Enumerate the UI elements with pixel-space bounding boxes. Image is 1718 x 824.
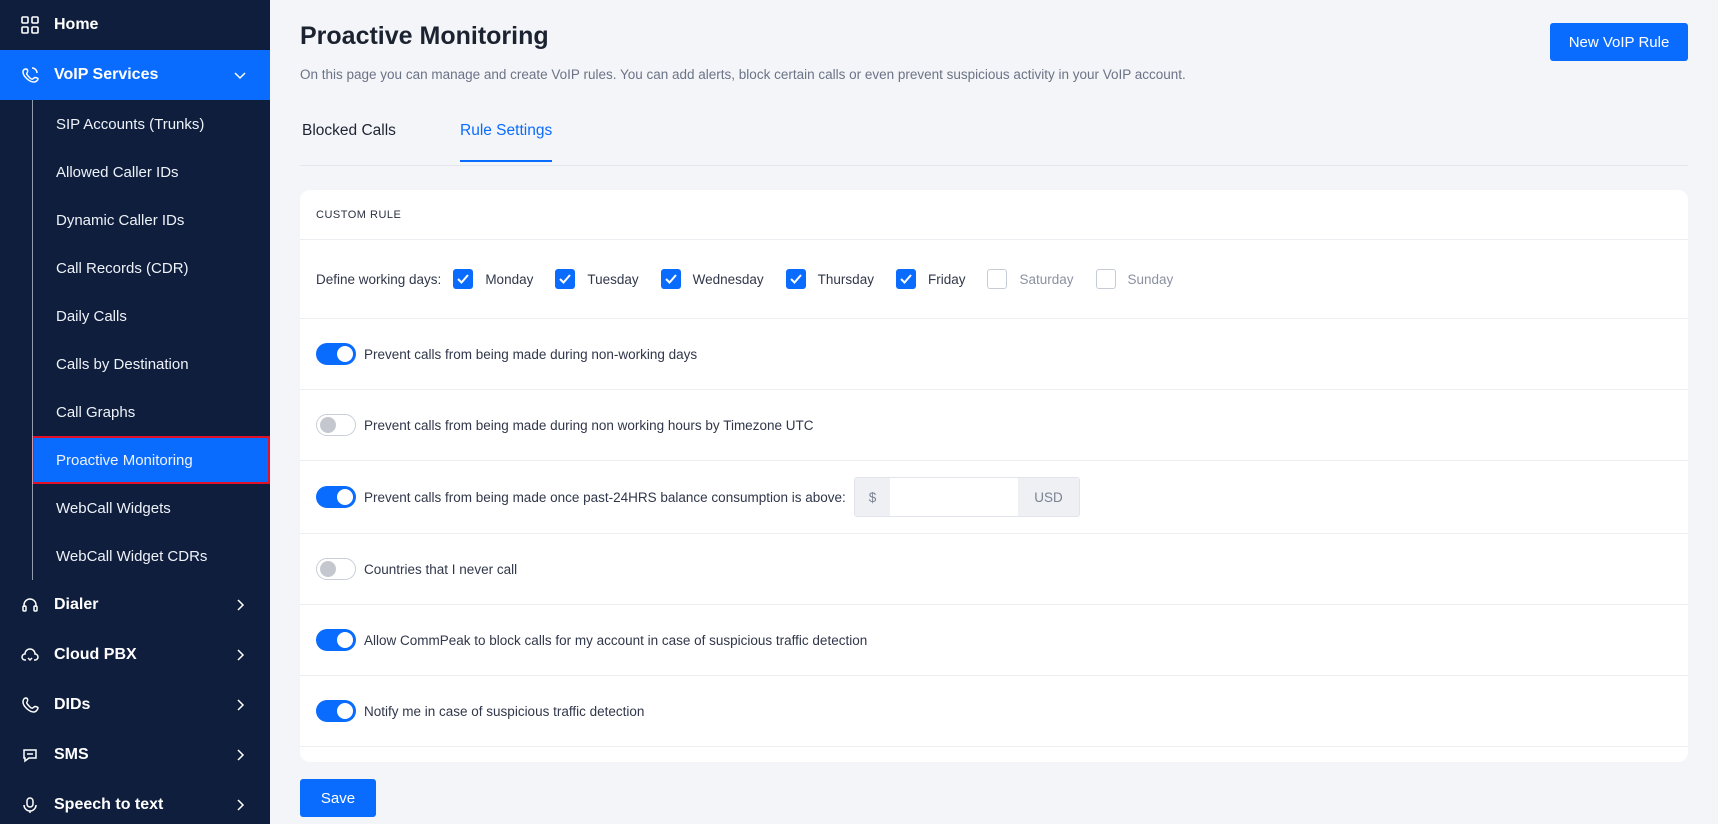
sidebar-item-call-records[interactable]: Call Records (CDR) <box>32 244 270 292</box>
day-wednesday[interactable]: Wednesday <box>660 269 764 289</box>
day-saturday[interactable]: Saturday <box>987 269 1074 289</box>
chevron-right-icon <box>232 747 248 763</box>
day-monday[interactable]: Monday <box>453 269 533 289</box>
sidebar-item-home[interactable]: Home <box>0 0 270 50</box>
sidebar-item-sms[interactable]: SMS <box>0 730 270 780</box>
phone-icon <box>20 695 40 715</box>
sidebar-item-proactive-monitoring[interactable]: Proactive Monitoring <box>32 436 270 484</box>
rule-allow-block-suspicious: Allow CommPeak to block calls for my acc… <box>300 605 1688 676</box>
voip-icon <box>20 65 40 85</box>
rule-label: Countries that I never call <box>364 561 518 577</box>
chevron-right-icon <box>232 797 248 813</box>
toggle-switch[interactable] <box>316 343 356 365</box>
sidebar-item-label: SMS <box>54 746 89 763</box>
day-sunday[interactable]: Sunday <box>1095 269 1173 289</box>
main-content: Proactive Monitoring On this page you ca… <box>270 0 1718 824</box>
sidebar-item-label: Dialer <box>54 596 99 613</box>
checkbox-checked[interactable] <box>555 269 576 289</box>
chat-icon <box>20 745 40 765</box>
sidebar-item-dids[interactable]: DIDs <box>0 680 270 730</box>
rule-label: Allow CommPeak to block calls for my acc… <box>364 632 868 648</box>
sidebar-item-daily-calls[interactable]: Daily Calls <box>32 292 270 340</box>
toggle-switch[interactable] <box>316 558 356 580</box>
custom-rule-card: CUSTOM RULE Define working days: Monday … <box>300 190 1688 762</box>
sidebar: Home VoIP Services SIP Accounts (Trunks)… <box>0 0 270 824</box>
rule-label: Notify me in case of suspicious traffic … <box>364 703 645 719</box>
toggle-switch[interactable] <box>316 414 356 436</box>
sidebar-item-label: Speech to text <box>54 796 164 813</box>
sidebar-item-webcall-widgets[interactable]: WebCall Widgets <box>32 484 270 532</box>
chevron-right-icon <box>232 597 248 613</box>
currency-suffix: USD <box>1018 478 1079 516</box>
cloud-phone-icon <box>20 645 40 665</box>
sidebar-item-label: Cloud PBX <box>54 646 137 663</box>
rule-label: Prevent calls from being made during non… <box>364 346 698 362</box>
balance-amount-input[interactable] <box>890 478 1019 516</box>
day-tuesday[interactable]: Tuesday <box>555 269 639 289</box>
rule-non-working-hours: Prevent calls from being made during non… <box>300 390 1688 461</box>
page-description: On this page you can manage and create V… <box>300 67 1186 82</box>
toggle-switch[interactable] <box>316 700 356 722</box>
rule-countries-never-call: Countries that I never call <box>300 534 1688 605</box>
sidebar-item-call-graphs[interactable]: Call Graphs <box>32 388 270 436</box>
checkbox-checked[interactable] <box>453 269 474 289</box>
checkbox-checked[interactable] <box>785 269 806 289</box>
rule-label: Prevent calls from being made once past-… <box>364 489 846 505</box>
checkbox-checked[interactable] <box>895 269 916 289</box>
voip-submenu: SIP Accounts (Trunks) Allowed Caller IDs… <box>0 100 270 580</box>
sidebar-item-cloud-pbx[interactable]: Cloud PBX <box>0 630 270 680</box>
day-thursday[interactable]: Thursday <box>785 269 874 289</box>
sidebar-item-label: DIDs <box>54 696 91 713</box>
chevron-right-icon <box>232 647 248 663</box>
grid-icon <box>20 15 40 35</box>
balance-input-group: $ USD <box>853 477 1080 517</box>
sidebar-item-calls-by-destination[interactable]: Calls by Destination <box>32 340 270 388</box>
sidebar-item-sip-accounts[interactable]: SIP Accounts (Trunks) <box>32 100 270 148</box>
page-title: Proactive Monitoring <box>300 22 549 50</box>
chevron-down-icon <box>232 67 248 83</box>
headset-icon <box>20 595 40 615</box>
sidebar-item-webcall-widget-cdrs[interactable]: WebCall Widget CDRs <box>32 532 270 580</box>
sidebar-item-allowed-caller-ids[interactable]: Allowed Caller IDs <box>32 148 270 196</box>
currency-prefix: $ <box>854 478 891 516</box>
card-header: CUSTOM RULE <box>300 190 1688 240</box>
sidebar-item-label: Home <box>54 16 99 33</box>
tab-rule-settings[interactable]: Rule Settings <box>460 122 553 162</box>
working-days-row: Define working days: Monday Tuesday Wedn… <box>300 240 1688 319</box>
sidebar-item-label: VoIP Services <box>54 66 159 83</box>
checkbox-unchecked[interactable] <box>1095 269 1116 289</box>
chevron-right-icon <box>232 697 248 713</box>
rule-notify-suspicious: Notify me in case of suspicious traffic … <box>300 676 1688 747</box>
microphone-icon <box>20 795 40 815</box>
day-friday[interactable]: Friday <box>895 269 965 289</box>
tab-bar: Blocked Calls Rule Settings <box>300 104 1688 166</box>
new-voip-rule-button[interactable]: New VoIP Rule <box>1550 23 1688 61</box>
sidebar-item-dialer[interactable]: Dialer <box>0 580 270 630</box>
rule-label: Prevent calls from being made during non… <box>364 417 814 433</box>
rule-balance-consumption: Prevent calls from being made once past-… <box>300 461 1688 534</box>
save-button[interactable]: Save <box>300 779 376 817</box>
checkbox-unchecked[interactable] <box>987 269 1008 289</box>
working-days-label: Define working days: <box>316 271 442 287</box>
sidebar-item-speech-to-text[interactable]: Speech to text <box>0 780 270 824</box>
sidebar-item-dynamic-caller-ids[interactable]: Dynamic Caller IDs <box>32 196 270 244</box>
checkbox-checked[interactable] <box>660 269 681 289</box>
tab-blocked-calls[interactable]: Blocked Calls <box>302 122 396 160</box>
sidebar-item-voip-services[interactable]: VoIP Services <box>0 50 270 100</box>
toggle-switch[interactable] <box>316 629 356 651</box>
rule-non-working-days: Prevent calls from being made during non… <box>300 319 1688 390</box>
toggle-switch[interactable] <box>316 486 356 508</box>
